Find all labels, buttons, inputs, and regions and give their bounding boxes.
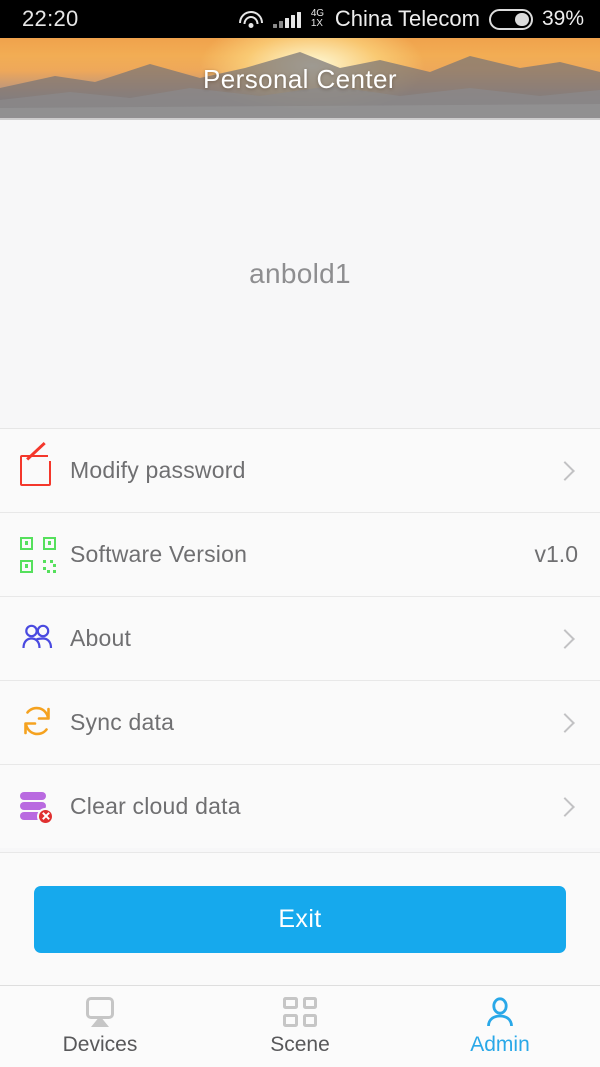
list-item-clear-cloud-data[interactable]: Clear cloud data — [0, 764, 600, 848]
carrier-name: China Telecom — [334, 6, 480, 31]
network-type-secondary: 1X — [310, 18, 323, 29]
bottom-tab-bar: Devices Scene Admin — [0, 985, 600, 1067]
software-version-value: v1.0 — [534, 541, 578, 567]
tab-label: Devices — [62, 1032, 138, 1056]
network-type-indicator: 4G 1X — [311, 9, 324, 29]
sync-refresh-icon — [20, 705, 56, 741]
person-icon — [483, 996, 517, 1027]
cellular-signal-icon — [272, 10, 301, 28]
users-group-icon — [20, 621, 56, 657]
list-item-software-version[interactable]: Software Version v1.0 — [0, 512, 600, 596]
edit-pencil-square-icon — [20, 453, 56, 489]
battery-percent: 39% — [541, 7, 584, 30]
tab-devices[interactable]: Devices — [0, 986, 200, 1067]
profile-username: anbold1 — [249, 258, 351, 289]
list-item-label: Sync data — [70, 709, 175, 735]
status-bar-time: 22:20 — [22, 6, 79, 31]
list-item-modify-password[interactable]: Modify password — [0, 428, 600, 512]
grid-squares-icon — [283, 996, 317, 1027]
qr-code-icon — [20, 536, 56, 573]
status-bar: 22:20 4G 1X China Telecom 39% — [0, 0, 600, 38]
profile-section: anbold1 — [0, 120, 600, 428]
status-bar-indicators: 4G 1X China Telecom 39% — [238, 6, 584, 32]
settings-list: Modify password Software Version v1.0 Ab… — [0, 428, 600, 848]
tab-scene[interactable]: Scene — [200, 986, 400, 1067]
list-item-label: Software Version — [70, 541, 248, 567]
wifi-icon — [238, 10, 264, 29]
list-item-about[interactable]: About — [0, 596, 600, 680]
battery-fill — [514, 12, 529, 26]
chevron-right-icon — [555, 628, 575, 649]
list-item-label: About — [70, 625, 132, 651]
tab-label: Admin — [470, 1032, 530, 1056]
chevron-right-icon — [555, 460, 575, 481]
list-item-label: Clear cloud data — [70, 793, 241, 819]
chevron-right-icon — [555, 712, 575, 733]
page-header: Personal Center — [0, 38, 600, 120]
exit-section: Exit — [0, 852, 600, 985]
list-item-sync-data[interactable]: Sync data — [0, 680, 600, 764]
page-title: Personal Center — [203, 63, 397, 94]
exit-button[interactable]: Exit — [34, 885, 566, 953]
database-delete-icon — [20, 789, 56, 825]
tab-admin[interactable]: Admin — [400, 986, 600, 1067]
list-item-label: Modify password — [70, 457, 246, 483]
chevron-right-icon — [555, 796, 575, 817]
tab-label: Scene — [270, 1032, 330, 1056]
app-screen: 22:20 4G 1X China Telecom 39% Personal C… — [0, 0, 600, 1067]
screen-cast-icon — [83, 996, 117, 1027]
battery-icon — [488, 8, 533, 30]
